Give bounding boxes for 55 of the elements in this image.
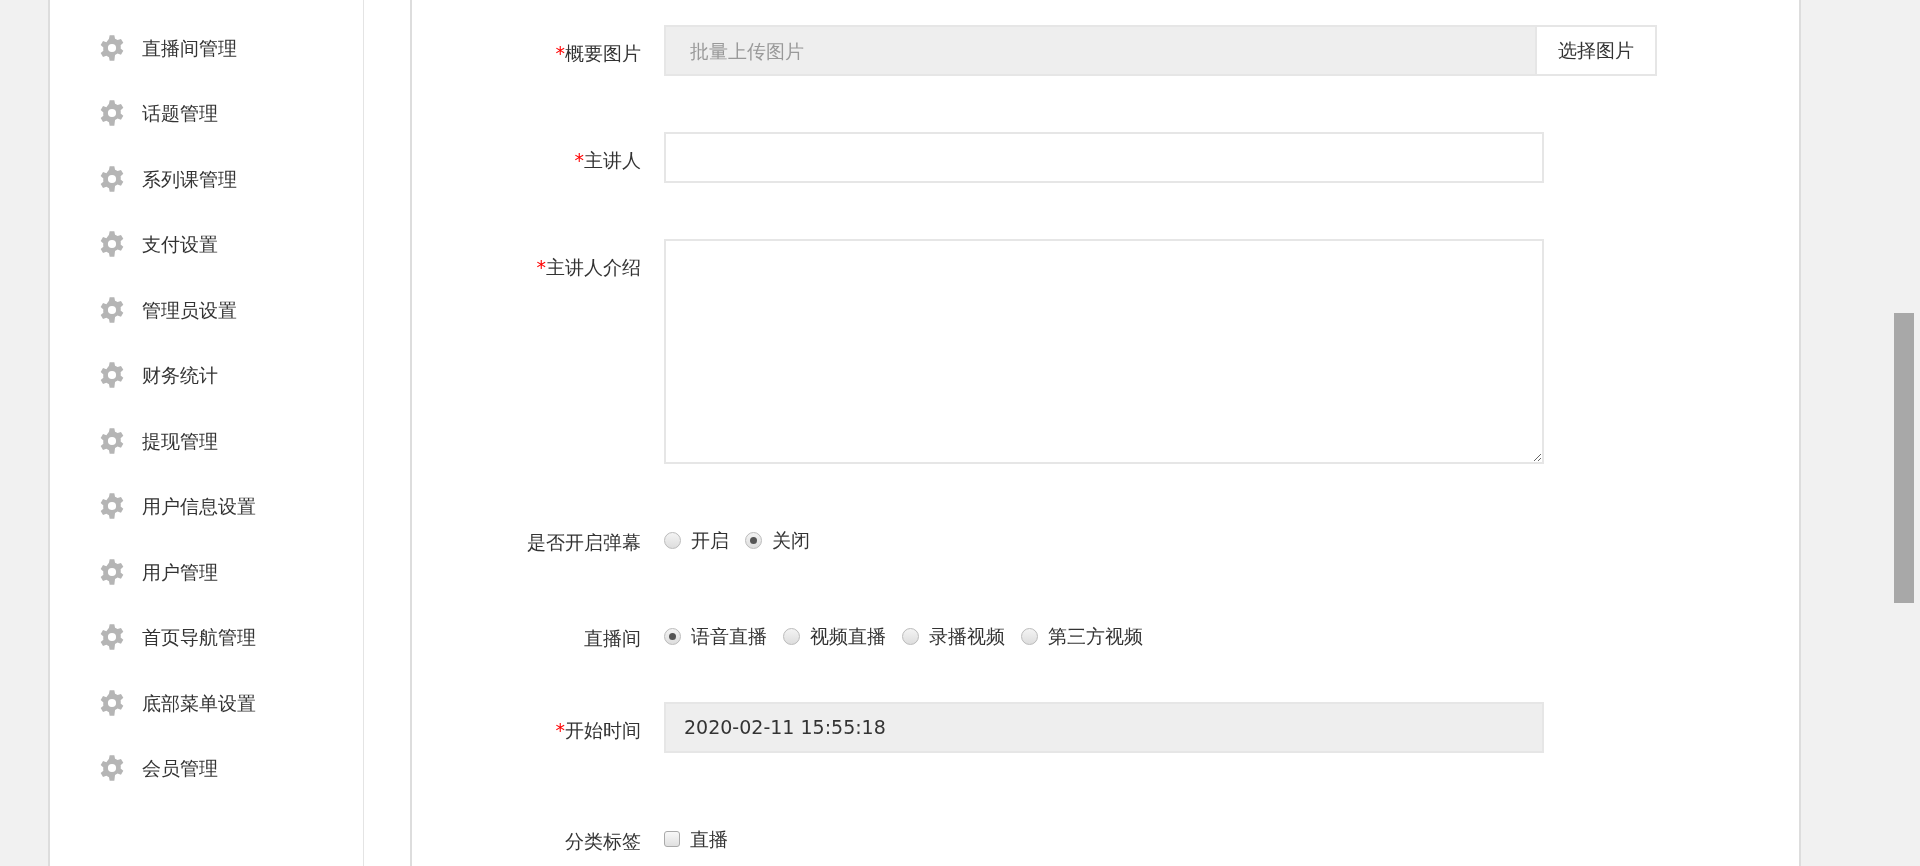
field-label: 直播间 [583, 626, 642, 651]
radio-button[interactable] [664, 531, 681, 549]
gear-icon [98, 99, 126, 128]
required-mark: * [555, 719, 565, 741]
radio-button[interactable] [902, 627, 919, 645]
option-label: 语音直播 [691, 623, 767, 649]
option-label: 关闭 [772, 527, 810, 553]
gear-icon [98, 426, 126, 455]
sidebar-item[interactable]: 底部菜单设置 [50, 670, 363, 736]
gear-icon [98, 33, 126, 62]
gear-icon [98, 688, 126, 717]
sidebar-item[interactable]: 支付设置 [50, 211, 363, 277]
field-label: 主讲人 [584, 149, 641, 171]
scrollbar-thumb[interactable] [1894, 313, 1914, 603]
required-mark: * [574, 149, 584, 171]
sidebar-item[interactable]: 用户信息设置 [50, 473, 363, 539]
textarea-field[interactable] [664, 239, 1544, 464]
radio-button[interactable] [664, 627, 681, 645]
option-label: 录播视频 [929, 623, 1005, 649]
date-field[interactable]: 2020-02-11 15:55:18 [664, 702, 1544, 753]
upload-field[interactable]: 批量上传图片 [664, 25, 1535, 76]
radio-button[interactable] [1021, 627, 1038, 645]
gear-icon [98, 230, 126, 259]
required-mark: * [536, 256, 546, 278]
option-label: 开启 [691, 527, 729, 553]
gear-icon [98, 557, 126, 586]
option-label: 直播 [690, 826, 728, 852]
gear-icon [98, 164, 126, 193]
sidebar-item[interactable]: 首页导航管理 [50, 604, 363, 670]
gear-icon [98, 361, 126, 390]
gear-icon [98, 754, 126, 783]
sidebar-item[interactable]: 系列课管理 [50, 146, 363, 212]
gear-icon [98, 295, 126, 324]
sidebar-item[interactable]: 用户管理 [50, 539, 363, 605]
gear-icon [98, 623, 126, 652]
sidebar-item[interactable]: 会员管理 [50, 735, 363, 801]
field-label: 开始时间 [565, 719, 641, 741]
field-label: 概要图片 [565, 42, 641, 64]
sidebar-item[interactable]: 提现管理 [50, 408, 363, 474]
sidebar-item[interactable]: 管理员设置 [50, 277, 363, 343]
field-label: 分类标签 [564, 829, 642, 854]
gear-icon [98, 492, 126, 521]
sidebar-item[interactable]: 话题管理 [50, 80, 363, 146]
checkbox[interactable] [664, 831, 680, 847]
option-label: 视频直播 [810, 623, 886, 649]
radio-button[interactable] [745, 531, 762, 549]
sidebar-item[interactable]: 直播间管理 [50, 15, 363, 81]
field-label: 是否开启弹幕 [526, 530, 642, 555]
radio-button[interactable] [783, 627, 800, 645]
field-label: 主讲人介绍 [546, 256, 641, 278]
required-mark: * [555, 42, 565, 64]
sidebar-item[interactable]: 财务统计 [50, 342, 363, 408]
input-field[interactable] [664, 132, 1544, 183]
option-label: 第三方视频 [1048, 623, 1143, 649]
choose-image-button[interactable]: 选择图片 [1535, 25, 1657, 76]
